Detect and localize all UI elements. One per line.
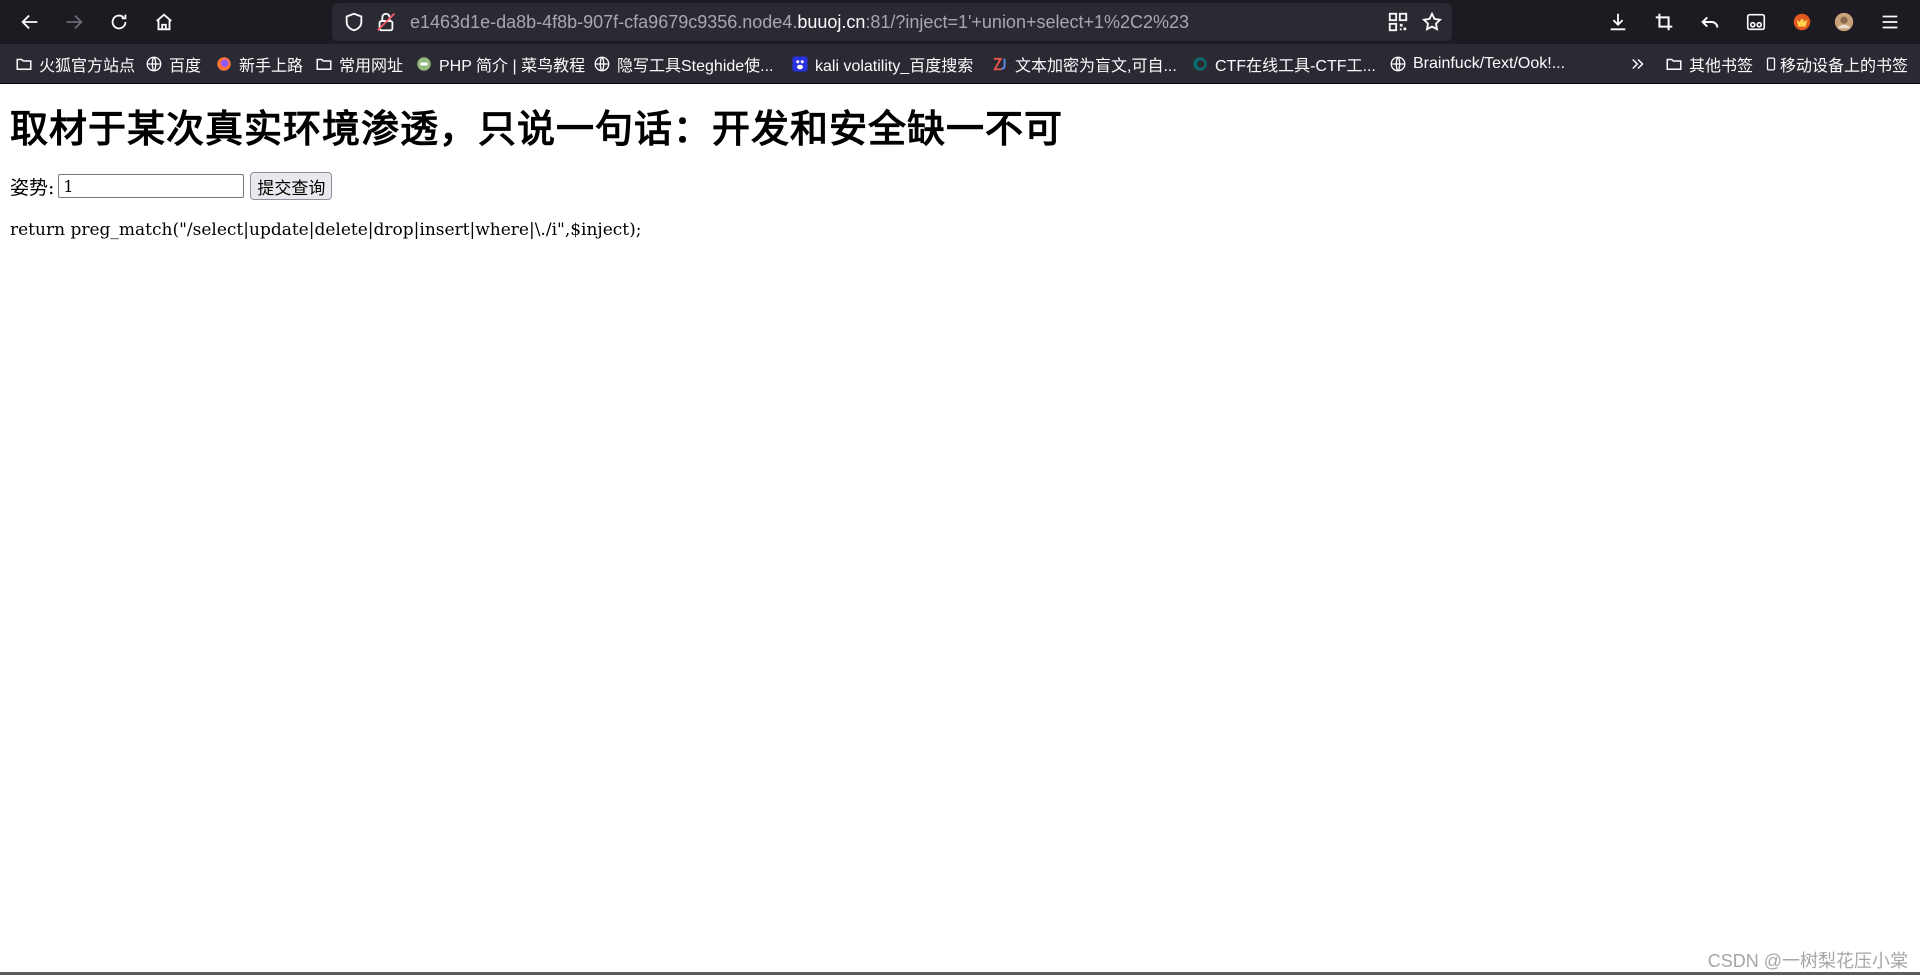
bookmark-label: CTF在线工具-CTF工... (1215, 58, 1376, 75)
back-arrow-icon[interactable] (14, 6, 46, 38)
mobile-bookmarks-label: 移动设备上的书签 (1780, 58, 1909, 75)
forward-arrow-icon[interactable] (58, 6, 90, 38)
bookmark-label: 火狐官方站点 (39, 58, 136, 75)
mobile-bookmarks-folder[interactable]: 移动设备上的书签 (1764, 53, 1908, 75)
zj-icon (990, 54, 1010, 74)
url-prefix: e1463d1e-da8b-4f8b-907f-cfa9679c9356.nod… (410, 12, 798, 32)
other-bookmarks-folder[interactable]: 其他书签 (1664, 53, 1753, 75)
mobile-device-icon (1764, 54, 1778, 74)
url-domain: buuoj.cn (797, 12, 866, 32)
tracking-shield-icon[interactable] (342, 10, 366, 34)
bookmark-star-icon[interactable] (1420, 10, 1444, 34)
globe-icon (1388, 54, 1408, 74)
reader-mode-icon[interactable] (1740, 6, 1772, 38)
bookmark-item[interactable]: PHP 简介 | 菜鸟教程 (414, 53, 585, 75)
qr-code-icon[interactable] (1386, 10, 1410, 34)
screenshot-crop-icon[interactable] (1648, 6, 1680, 38)
page-title: 取材于某次真实环境渗透，只说一句话：开发和安全缺一不可 (10, 107, 1064, 151)
bookmark-label: 常用网址 (339, 58, 404, 75)
bookmark-label: kali volatility_百度搜索 (815, 58, 974, 75)
bookmark-item[interactable]: 文本加密为盲文,可自... (990, 53, 1177, 75)
url-text[interactable]: e1463d1e-da8b-4f8b-907f-cfa9679c9356.nod… (410, 12, 1189, 33)
bookmark-item[interactable]: Brainfuck/Text/Ook!... (1388, 53, 1565, 75)
inject-label: 姿势: (10, 176, 55, 199)
globe-icon (592, 54, 612, 74)
insecure-lock-icon[interactable] (374, 10, 398, 34)
bookmark-label: 新手上路 (239, 58, 304, 75)
hamburger-menu-icon[interactable] (1874, 6, 1906, 38)
bookmark-item[interactable]: 火狐官方站点 (14, 53, 135, 75)
url-bar[interactable]: e1463d1e-da8b-4f8b-907f-cfa9679c9356.nod… (332, 3, 1452, 41)
bookmark-label: Brainfuck/Text/Ook!... (1413, 55, 1566, 72)
undo-icon[interactable] (1694, 6, 1726, 38)
other-bookmarks-label: 其他书签 (1689, 58, 1754, 75)
bookmarks-toolbar: 火狐官方站点 百度 新手上路 常用网址 PHP 简介 | 菜鸟教程 隐写工具St… (0, 44, 1920, 84)
reload-icon[interactable] (103, 6, 135, 38)
folder-icon (314, 54, 334, 74)
bookmark-item[interactable]: 隐写工具Steghide使... (592, 53, 774, 75)
code-snippet: return preg_match("/select|update|delete… (10, 220, 642, 240)
bookmark-item[interactable]: CTF在线工具-CTF工... (1190, 53, 1376, 75)
bookmark-label: 隐写工具Steghide使... (617, 58, 774, 75)
runoob-icon (414, 54, 434, 74)
bookmark-item[interactable]: 百度 (144, 53, 201, 75)
browser-toolbar: e1463d1e-da8b-4f8b-907f-cfa9679c9356.nod… (0, 0, 1920, 44)
inject-input[interactable] (58, 174, 245, 198)
bookmark-item[interactable]: 新手上路 (214, 53, 303, 75)
download-icon[interactable] (1602, 6, 1634, 38)
globe-icon (144, 54, 164, 74)
inject-form: 姿势: 提交查询 (10, 172, 333, 200)
bookmark-label: PHP 简介 | 菜鸟教程 (439, 58, 586, 75)
page-content: 取材于某次真实环境渗透，只说一句话：开发和安全缺一不可 姿势: 提交查询 ret… (0, 84, 1920, 975)
folder-icon (1664, 54, 1684, 74)
extension-fox-icon[interactable] (1786, 6, 1818, 38)
ctf-icon (1190, 54, 1210, 74)
bookmark-label: 百度 (169, 58, 202, 75)
firefox-icon (214, 54, 234, 74)
bookmark-item[interactable]: 常用网址 (314, 53, 403, 75)
folder-icon (14, 54, 34, 74)
home-icon[interactable] (148, 6, 180, 38)
url-suffix: :81/?inject=1'+union+select+1%2C2%23 (865, 12, 1190, 32)
baidu-paw-icon (790, 54, 810, 74)
bookmark-item[interactable]: kali volatility_百度搜索 (790, 53, 973, 75)
submit-query-button[interactable]: 提交查询 (250, 172, 333, 200)
profile-avatar-icon[interactable] (1828, 6, 1860, 38)
chevron-double-right-icon[interactable] (1628, 53, 1653, 75)
bookmark-label: 文本加密为盲文,可自... (1015, 58, 1177, 75)
csdn-watermark: CSDN @一树梨花压小棠 (1707, 951, 1908, 971)
